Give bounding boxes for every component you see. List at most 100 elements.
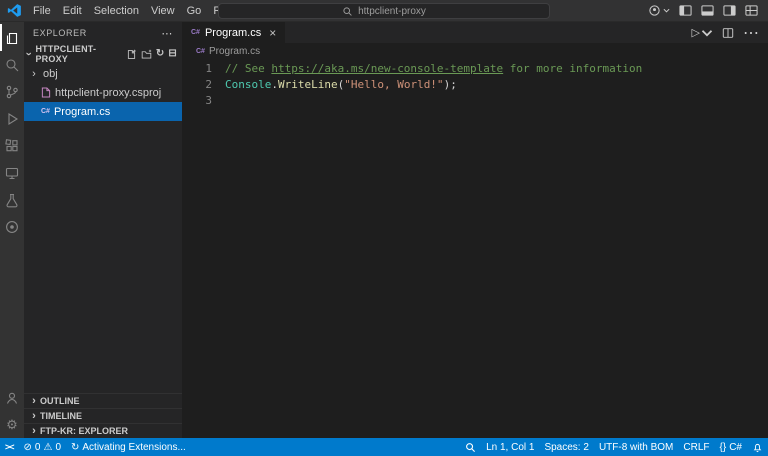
profile-menu[interactable] — [648, 4, 670, 17]
toggle-secondary-sidebar-icon[interactable] — [723, 4, 736, 17]
language-status[interactable]: {} C# — [715, 438, 747, 456]
status-right: Ln 1, Col 1 Spaces: 2 UTF-8 with BOM CRL… — [460, 438, 768, 456]
tab-label: Program.cs — [205, 27, 261, 39]
tree-item-label: obj — [43, 68, 58, 80]
activity-remote-explorer-icon[interactable] — [0, 159, 24, 186]
activity-search-icon[interactable] — [0, 51, 24, 78]
remote-indicator[interactable]: >< — [0, 438, 19, 456]
section-timeline[interactable]: › TIMELINE — [24, 408, 182, 423]
notifications-bell[interactable] — [747, 438, 768, 456]
collapse-all-icon[interactable]: ⊟ — [168, 49, 177, 59]
braces-icon: {} — [720, 442, 727, 453]
loading-icon: ↻ — [71, 442, 79, 453]
section-outline[interactable]: › OUTLINE — [24, 393, 182, 408]
breadcrumb[interactable]: C# Program.cs — [182, 43, 768, 59]
csproj-icon — [41, 87, 51, 98]
vscode-logo-icon — [7, 3, 22, 18]
bell-icon — [752, 442, 763, 453]
account-icon — [648, 4, 661, 17]
sidebar-title: EXPLORER — [33, 28, 87, 38]
status-bar: >< ⊘ 0 ⚠ 0 ↻ Activating Extensions... Ln… — [0, 438, 768, 456]
run-icon: ▷ — [692, 26, 700, 39]
code-token: Console — [225, 78, 271, 91]
encoding-status[interactable]: UTF-8 with BOM — [594, 438, 678, 456]
problems-status[interactable]: ⊘ 0 ⚠ 0 — [19, 438, 66, 456]
warnings-icon: ⚠ — [43, 442, 52, 453]
sidebar-more-icon[interactable]: ⋯ — [161, 27, 173, 40]
code-token: "Hello, World!" — [344, 78, 443, 91]
project-section-header[interactable]: › HTTPCLIENT-PROXY ↻ ⊟ — [24, 44, 182, 64]
csharp-file-icon: C# — [41, 108, 50, 115]
tree-item-program-cs[interactable]: C# Program.cs — [24, 102, 182, 121]
menu-go[interactable]: Go — [181, 5, 208, 17]
close-tab-icon[interactable]: × — [269, 26, 276, 40]
chevron-right-icon: › — [29, 68, 39, 80]
language-label: C# — [729, 442, 742, 453]
errors-count: 0 — [35, 442, 41, 453]
section-label: OUTLINE — [40, 396, 80, 406]
code-token: // See — [225, 62, 271, 75]
code-token: . — [271, 78, 278, 91]
tree-item-label: httpclient-proxy.csproj — [55, 87, 161, 99]
menu-file[interactable]: File — [27, 5, 57, 17]
cursor-position[interactable]: Ln 1, Col 1 — [481, 438, 539, 456]
breadcrumb-item: Program.cs — [209, 46, 260, 57]
chevron-right-icon: › — [29, 410, 39, 422]
zoom-status[interactable] — [460, 438, 481, 456]
command-center-search[interactable]: httpclient-proxy — [218, 3, 550, 19]
customize-layout-icon[interactable] — [745, 4, 758, 17]
titlebar: File Edit Selection View Go Run ⋯ httpcl… — [0, 0, 768, 22]
eol-status[interactable]: CRLF — [678, 438, 714, 456]
activity-extension-circle-icon[interactable] — [0, 213, 24, 240]
activity-bar: ⚙ — [0, 22, 24, 438]
toggle-panel-icon[interactable] — [701, 4, 714, 17]
search-value: httpclient-proxy — [358, 6, 426, 17]
split-editor-icon[interactable] — [722, 27, 734, 39]
account-icon[interactable] — [0, 384, 24, 411]
activity-bar-spacer — [0, 240, 24, 384]
status-left: >< ⊘ 0 ⚠ 0 ↻ Activating Extensions... — [0, 438, 191, 456]
remote-icon: >< — [5, 442, 14, 452]
toggle-primary-sidebar-icon[interactable] — [679, 4, 692, 17]
activity-explorer-icon[interactable] — [0, 24, 24, 51]
code-token: WriteLine — [278, 78, 338, 91]
refresh-icon[interactable]: ↻ — [156, 49, 165, 59]
section-label: FTP-KR: EXPLORER — [40, 426, 128, 436]
indentation-status[interactable]: Spaces: 2 — [539, 438, 593, 456]
tree-item-obj[interactable]: › obj — [24, 64, 182, 83]
chevron-down-icon — [663, 7, 670, 14]
editor-group: C# Program.cs × ▷ ⋯ — [182, 22, 768, 438]
menu-view[interactable]: View — [145, 5, 181, 17]
titlebar-actions — [648, 4, 768, 17]
project-name: HTTPCLIENT-PROXY — [35, 44, 123, 64]
tree-item-label: Program.cs — [54, 106, 110, 118]
new-folder-icon[interactable] — [141, 49, 152, 60]
activity-run-debug-icon[interactable] — [0, 105, 24, 132]
code-link[interactable]: https://aka.ms/new-console-template — [271, 62, 503, 75]
run-button[interactable]: ▷ — [692, 26, 713, 39]
tree-item-csproj[interactable]: httpclient-proxy.csproj — [24, 83, 182, 102]
menu-edit[interactable]: Edit — [57, 5, 88, 17]
code-editor[interactable]: 1 // See https://aka.ms/new-console-temp… — [182, 59, 768, 438]
errors-icon: ⊘ — [24, 442, 32, 453]
chevron-right-icon: › — [29, 395, 39, 407]
new-file-icon[interactable] — [126, 49, 137, 60]
explorer-actions: ↻ ⊟ — [126, 49, 177, 60]
activity-extensions-icon[interactable] — [0, 132, 24, 159]
editor-more-icon[interactable]: ⋯ — [743, 23, 759, 43]
status-message: Activating Extensions... — [82, 442, 185, 453]
tab-program-cs[interactable]: C# Program.cs × — [182, 22, 285, 43]
code-line: 1 // See https://aka.ms/new-console-temp… — [182, 61, 768, 77]
code-line: 2 Console.WriteLine("Hello, World!"); — [182, 77, 768, 93]
section-ftp-kr-explorer[interactable]: › FTP-KR: EXPLORER — [24, 423, 182, 438]
activity-testing-icon[interactable] — [0, 186, 24, 213]
activating-extensions-status[interactable]: ↻ Activating Extensions... — [66, 438, 191, 456]
line-number: 3 — [182, 93, 212, 109]
settings-gear-icon[interactable]: ⚙ — [0, 411, 24, 438]
explorer-sidebar: EXPLORER ⋯ › HTTPCLIENT-PROXY ↻ ⊟ — [24, 22, 182, 438]
section-label: TIMELINE — [40, 411, 82, 421]
csharp-file-icon: C# — [191, 29, 200, 36]
activity-source-control-icon[interactable] — [0, 78, 24, 105]
editor-actions: ▷ ⋯ — [692, 22, 759, 43]
menu-selection[interactable]: Selection — [88, 5, 145, 17]
